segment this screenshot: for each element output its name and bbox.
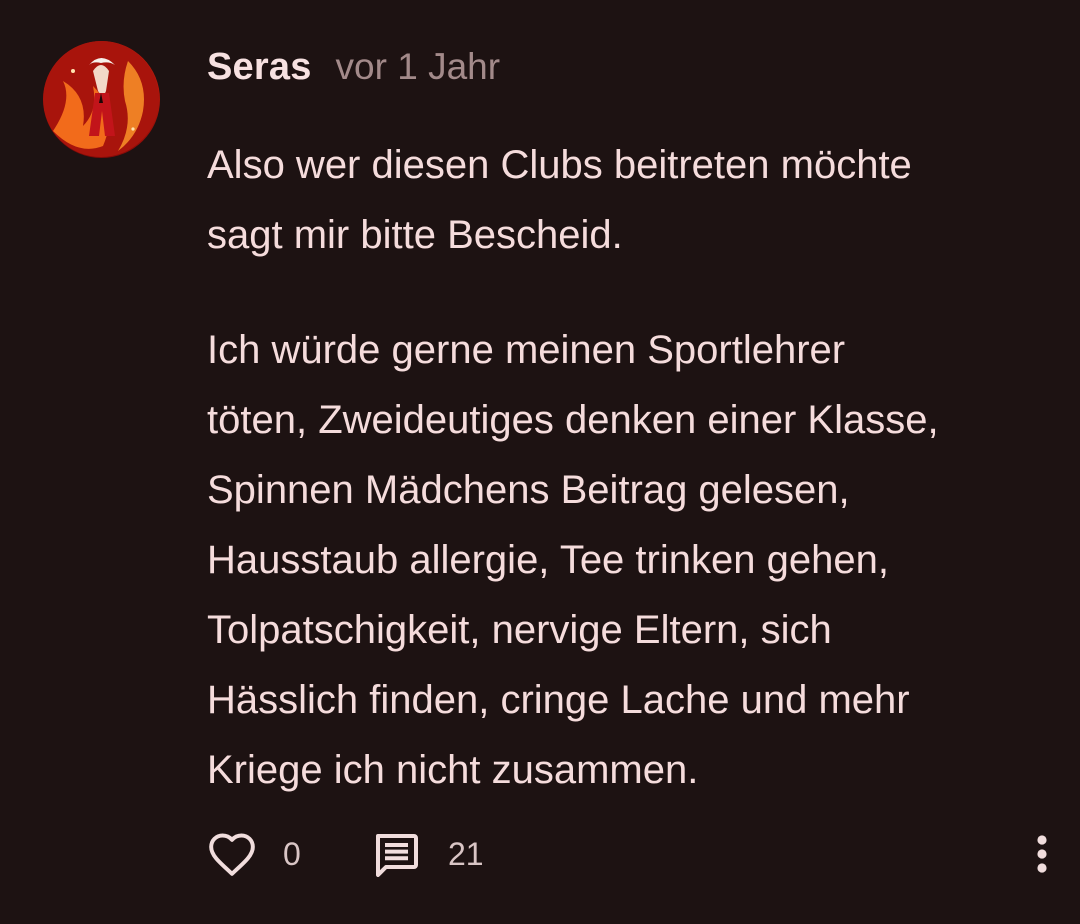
timestamp: vor 1 Jahr: [335, 46, 501, 87]
comment-line: sagt mir bitte Bescheid.: [207, 213, 623, 257]
comment-line: Tolpatschigkeit, nervige Eltern, sich: [207, 608, 832, 652]
reply-button[interactable]: 21: [372, 828, 484, 880]
username[interactable]: Seras: [207, 46, 312, 89]
reply-count: 21: [448, 835, 484, 872]
like-count: 0: [283, 835, 301, 872]
comment-body: Also wer diesen Clubs beitreten möchte s…: [207, 130, 1067, 805]
comment-header: Seras vor 1 Jahr: [207, 46, 500, 96]
comment-line: Hässlich finden, cringe Lache und mehr: [207, 678, 910, 722]
comment-paragraph: Also wer diesen Clubs beitreten möchte s…: [207, 130, 1067, 270]
more-vertical-icon: [1037, 835, 1047, 873]
comment-paragraph: Ich würde gerne meinen Sportlehrer töten…: [207, 315, 1067, 805]
comment-line: Also wer diesen Clubs beitreten möchte: [207, 143, 912, 187]
comment-card: Seras vor 1 Jahr Also wer diesen Clubs b…: [0, 0, 1080, 924]
avatar-image: [43, 41, 159, 157]
comment-line: Spinnen Mädchens Beitrag gelesen,: [207, 468, 850, 512]
comment-actions: 0 21: [207, 828, 1057, 880]
comment-line: töten, Zweideutiges denken einer Klasse,: [207, 398, 939, 442]
comment-line: Hausstaub allergie, Tee trinken gehen,: [207, 538, 889, 582]
comment-line: Ich würde gerne meinen Sportlehrer: [207, 328, 846, 372]
avatar[interactable]: [43, 41, 160, 158]
comment-line: Kriege ich nicht zusammen.: [207, 748, 699, 792]
more-options-button[interactable]: [1027, 828, 1057, 880]
like-button[interactable]: 0: [207, 828, 301, 880]
heart-outline-icon: [209, 833, 255, 876]
comment-icon: [376, 834, 418, 877]
